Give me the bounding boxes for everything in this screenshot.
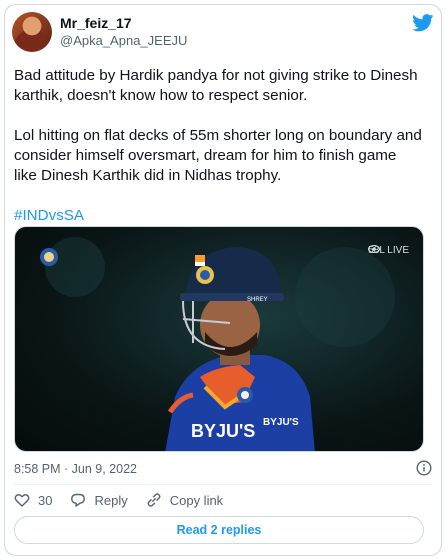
tweet-text: Bad attitude by Hardik pandya for not gi… [14,66,422,246]
copy-link-label: Copy link [169,492,224,508]
hashtag-link[interactable]: #INDvsSA [14,207,84,224]
link-icon [147,493,161,507]
copy-link-button[interactable]: Copy link [146,492,223,508]
twitter-bird-icon[interactable] [412,14,434,32]
display-name[interactable]: Mr_feiz_17 [60,15,187,32]
jersey-sleeve-text: BYJU'S [263,417,299,428]
tweet-actions: 30 Reply Copy link [14,492,241,508]
user-names: Mr_feiz_17 @Apka_Apna_JEEJU [60,15,187,49]
user-avatar[interactable] [12,12,52,52]
heart-icon [14,494,30,507]
like-button[interactable]: 30 [14,492,52,508]
reply-label: Reply [94,492,128,508]
helmet-band-text: SHREY [247,297,268,303]
tweet-paragraph-2: Lol hitting on flat decks of 55m shorter… [14,127,422,184]
tweet-paragraph-1: Bad attitude by Hardik pandya for not gi… [14,67,418,104]
reply-button[interactable]: Reply [70,492,128,508]
user-handle[interactable]: @Apka_Apna_JEEJU [60,32,187,49]
jersey-chest-text: BYJU'S [191,421,255,441]
tweet-media-image[interactable]: BYJU'S BYJU'S SHREY 58L LIVE [14,226,424,452]
likes-count: 30 [38,492,53,508]
tweet-timestamp[interactable]: 8:58 PM · Jun 9, 2022 [14,462,137,476]
divider [14,484,432,485]
read-replies-button[interactable]: Read 2 replies [14,516,424,544]
reply-bubble-icon [71,493,86,507]
eye-icon [368,245,381,253]
cricketer-photo: BYJU'S BYJU'S SHREY [40,237,395,451]
live-viewers-badge: 58L LIVE [368,245,409,256]
info-icon[interactable] [416,460,432,476]
tweet-header: Mr_feiz_17 @Apka_Apna_JEEJU [12,12,187,52]
